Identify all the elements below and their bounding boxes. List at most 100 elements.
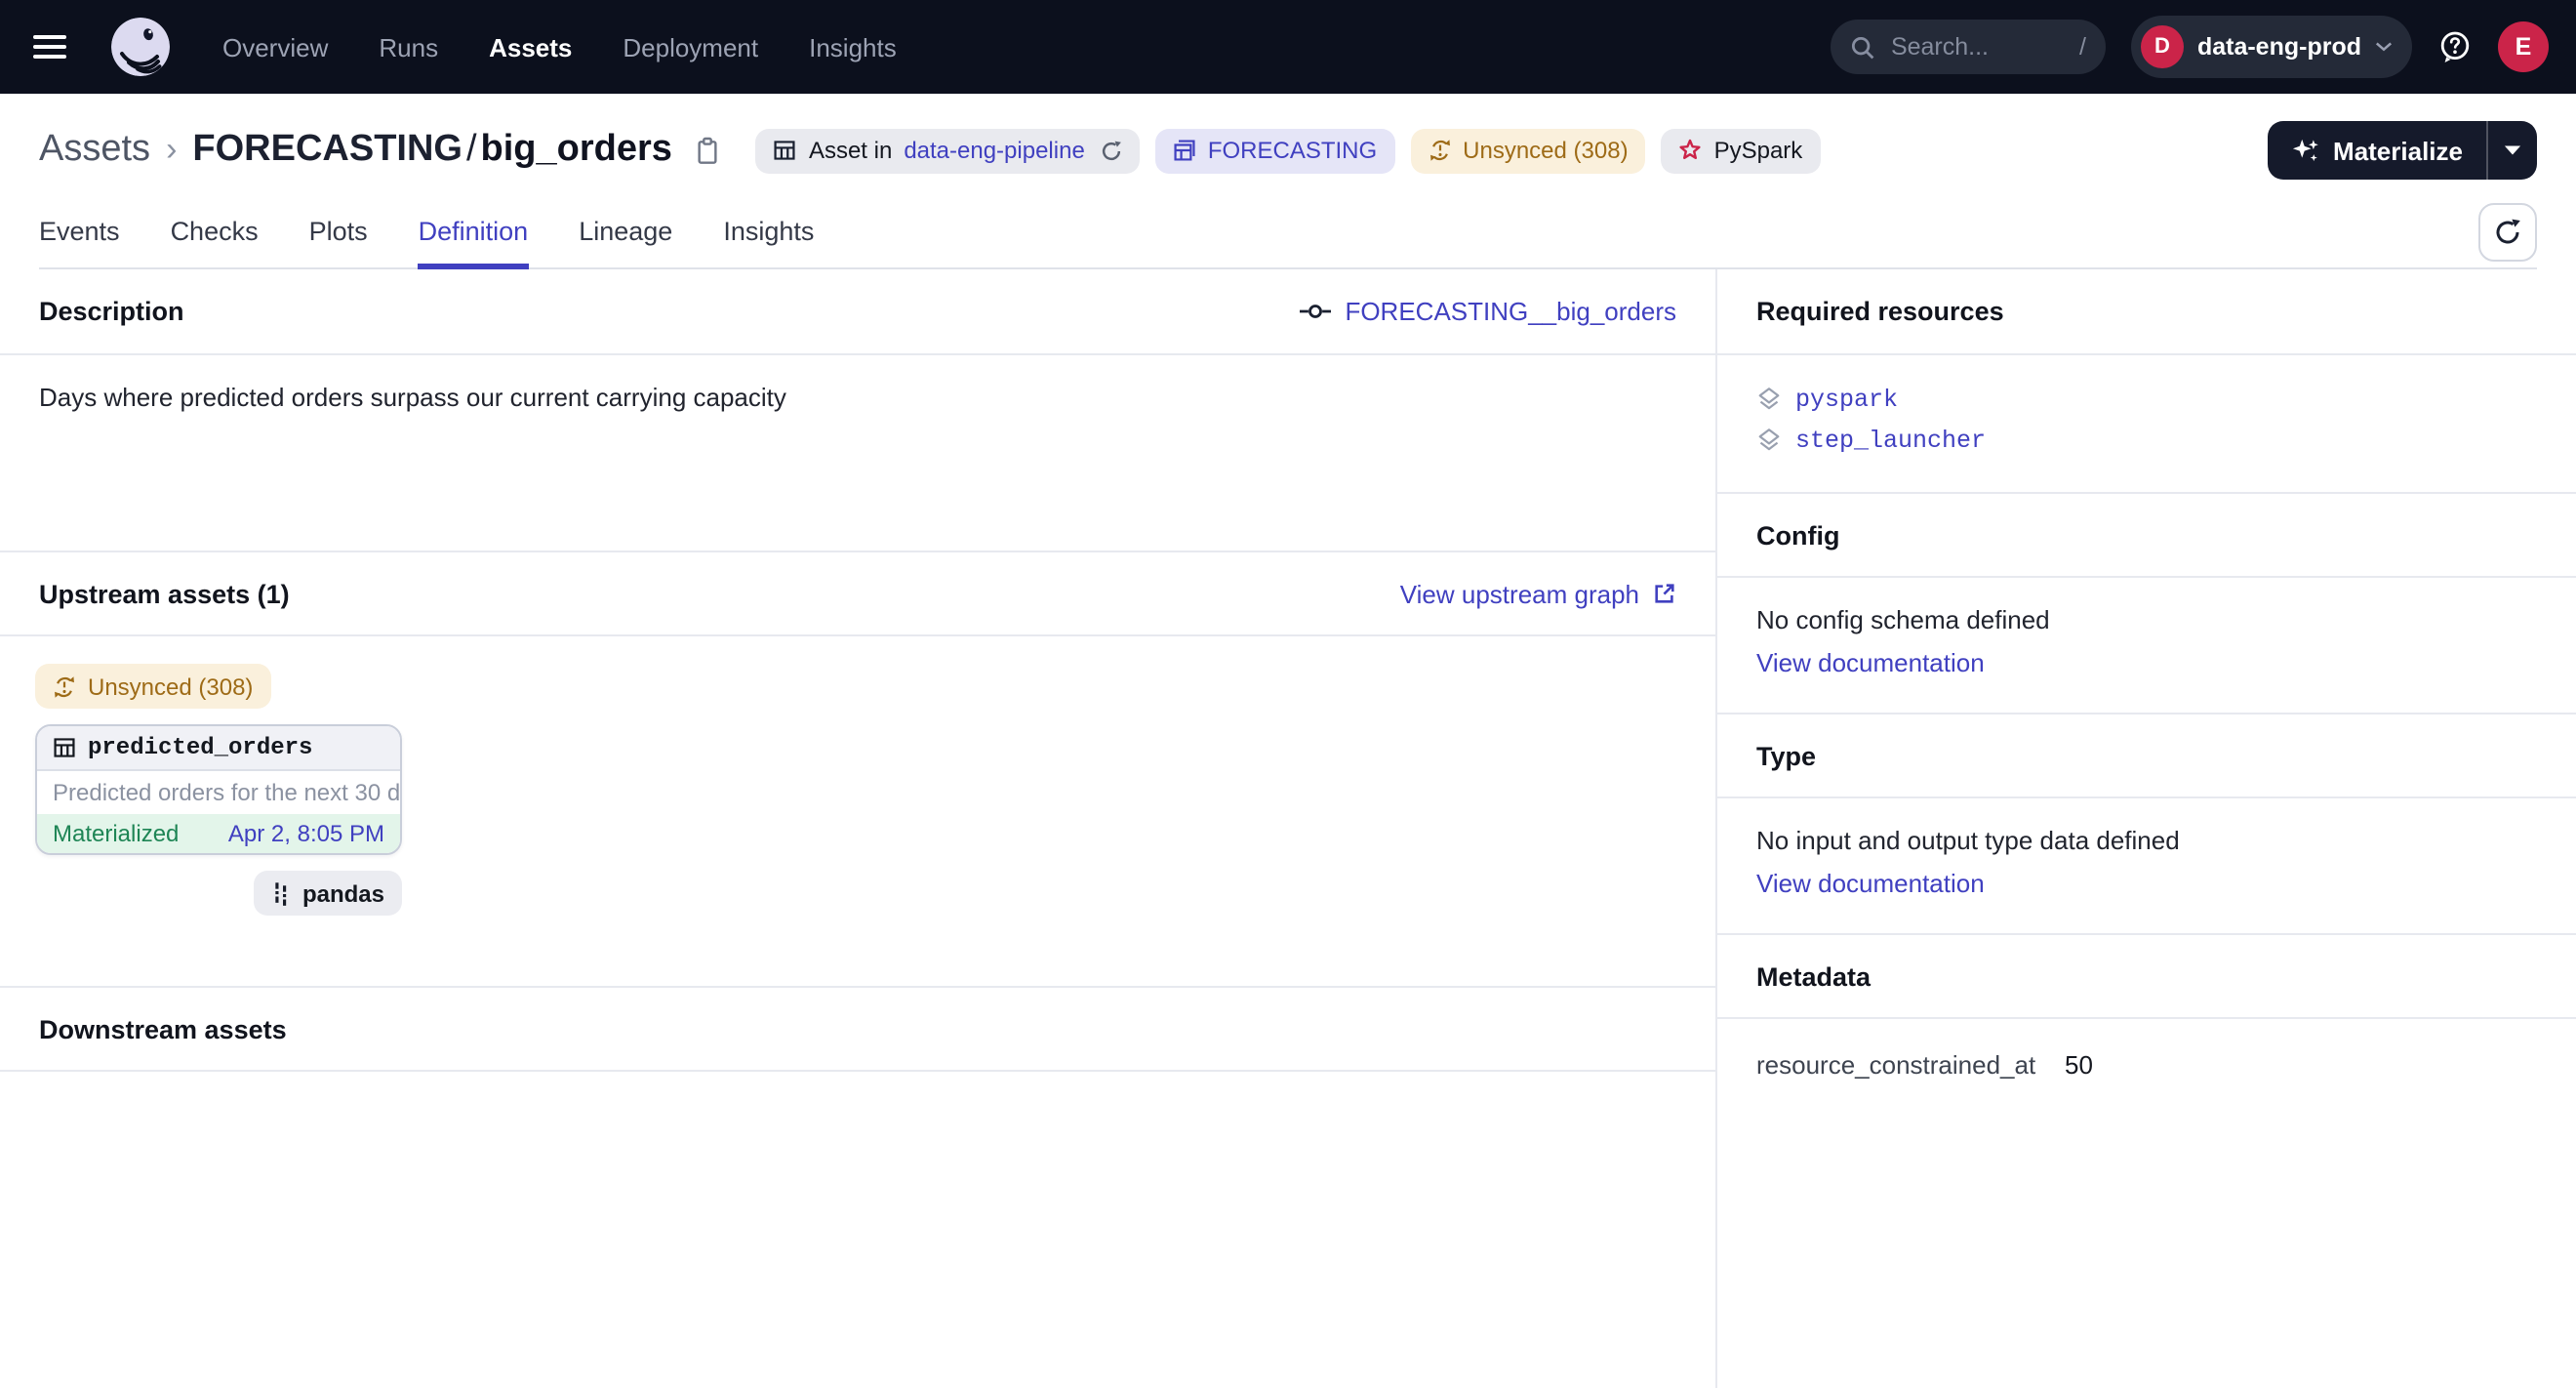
dagster-app: Overview Runs Assets Deployment Insights…: [0, 0, 2576, 1388]
description-body: Days where predicted orders surpass our …: [0, 355, 1715, 551]
config-view-documentation-link[interactable]: View documentation: [1756, 648, 1985, 677]
nav-item-insights[interactable]: Insights: [809, 32, 897, 61]
breadcrumb: Assets › FORECASTING/big_orders: [39, 129, 672, 172]
job-link[interactable]: FORECASTING__big_orders: [1300, 297, 1676, 326]
view-upstream-graph-label: View upstream graph: [1400, 579, 1639, 608]
type-view-documentation-link[interactable]: View documentation: [1756, 869, 1985, 898]
upstream-body: Unsynced (308) predicted_orders Predicte…: [0, 636, 1715, 986]
tab-plots[interactable]: Plots: [309, 217, 368, 267]
refresh-button[interactable]: [2478, 203, 2537, 262]
compute-kind-tag-pandas[interactable]: pandas: [254, 871, 402, 916]
resources-title: Required resources: [1756, 297, 2004, 326]
materialize-button[interactable]: Materialize: [2267, 121, 2486, 180]
tag-unsynced-label: Unsynced (308): [1463, 137, 1628, 164]
tab-checks[interactable]: Checks: [171, 217, 259, 267]
nav-item-deployment[interactable]: Deployment: [623, 32, 758, 61]
asset-group-icon: [1173, 139, 1196, 162]
materialization-timestamp-link[interactable]: Apr 2, 8:05 PM: [228, 820, 384, 847]
op-icon: [1300, 303, 1331, 320]
dagster-logo-icon[interactable]: [111, 18, 170, 76]
search-input[interactable]: [1891, 33, 2064, 61]
type-title: Type: [1756, 741, 1816, 770]
breadcrumb-row: Assets › FORECASTING/big_orders Asset in…: [39, 117, 2537, 184]
asset-card-description: Predicted orders for the next 30 day...: [37, 771, 400, 814]
downstream-body: [0, 1072, 1715, 1388]
asset-key-separator: /: [463, 129, 481, 170]
description-title: Description: [39, 297, 184, 326]
tab-definition[interactable]: Definition: [419, 217, 529, 267]
resource-link-step-launcher[interactable]: step_launcher: [1795, 427, 1986, 454]
help-icon: [2437, 29, 2473, 64]
chevron-down-icon: [2375, 41, 2393, 53]
asset-name: big_orders: [481, 129, 672, 170]
job-link-label: FORECASTING__big_orders: [1345, 297, 1676, 326]
search-shortcut-hint: /: [2079, 33, 2086, 61]
tab-lineage[interactable]: Lineage: [579, 217, 672, 267]
nav-item-assets[interactable]: Assets: [489, 32, 572, 61]
tag-compute-pyspark: PySpark: [1662, 128, 1821, 173]
metadata-value: 50: [2065, 1050, 2093, 1080]
breadcrumb-chevron: ›: [166, 131, 177, 170]
asset-tags: Asset in data-eng-pipeline FORECASTING: [756, 128, 1820, 173]
materialize-dropdown-button[interactable]: [2486, 121, 2537, 180]
resource-layers-icon: [1756, 387, 1782, 412]
upstream-asset-card[interactable]: predicted_orders Predicted orders for th…: [35, 724, 402, 855]
materialize-split-button: Materialize: [2267, 121, 2537, 180]
view-upstream-graph-link[interactable]: View upstream graph: [1400, 579, 1676, 608]
materialized-status: Materialized: [53, 820, 179, 847]
tag-asset-in-pipeline[interactable]: Asset in data-eng-pipeline: [756, 128, 1140, 173]
tag-group-forecasting[interactable]: FORECASTING: [1155, 128, 1394, 173]
asset-group-name: FORECASTING: [192, 129, 463, 170]
external-link-icon: [1653, 582, 1676, 605]
config-section-header: Config: [1717, 492, 2576, 578]
unsynced-badge[interactable]: Unsynced (308): [35, 664, 270, 709]
resources-body: pyspark step_launcher: [1717, 355, 2576, 492]
resource-layers-icon: [1756, 428, 1782, 453]
config-body: No config schema defined View documentat…: [1717, 578, 2576, 713]
definition-sidebar: Required resources pyspark step_launcher…: [1717, 269, 2576, 1388]
nav-item-overview[interactable]: Overview: [222, 32, 328, 61]
asset-card-header: predicted_orders: [37, 726, 400, 771]
downstream-title: Downstream assets: [39, 1014, 287, 1043]
downstream-section-header: Downstream assets: [0, 986, 1715, 1072]
unsynced-badge-label: Unsynced (308): [88, 673, 253, 700]
breadcrumb-assets-link[interactable]: Assets: [39, 129, 150, 172]
definition-left-column: Description FORECASTING__big_orders Days…: [0, 269, 1717, 1388]
copy-asset-key-button[interactable]: [696, 136, 721, 165]
metadata-key: resource_constrained_at: [1756, 1050, 2065, 1080]
deployment-name: data-eng-prod: [2197, 33, 2361, 61]
compute-kind-label: pandas: [302, 879, 384, 907]
tab-bar: Events Checks Plots Definition Lineage I…: [39, 199, 2537, 269]
search-box[interactable]: /: [1831, 20, 2106, 74]
resource-link-pyspark[interactable]: pyspark: [1795, 386, 1898, 413]
table-icon: [53, 736, 76, 759]
tab-events[interactable]: Events: [39, 217, 120, 267]
metadata-row: resource_constrained_at 50: [1717, 1019, 2576, 1111]
tab-insights[interactable]: Insights: [723, 217, 814, 267]
sync-alert-icon: [1428, 139, 1451, 162]
upstream-title: Upstream assets (1): [39, 579, 290, 608]
nav-menu: Overview Runs Assets Deployment Insights: [222, 32, 897, 61]
asset-key: FORECASTING/big_orders: [192, 129, 672, 172]
clipboard-icon: [696, 136, 721, 165]
sync-alert-icon: [53, 674, 76, 698]
tag-unsynced[interactable]: Unsynced (308): [1410, 128, 1645, 173]
refresh-icon[interactable]: [1101, 140, 1122, 161]
hamburger-menu-icon[interactable]: [27, 18, 86, 76]
tag-group-label: FORECASTING: [1208, 137, 1377, 164]
table-icon: [774, 139, 797, 162]
user-avatar[interactable]: E: [2498, 21, 2549, 72]
caret-down-icon: [2504, 144, 2521, 156]
tag-asset-in-prefix: Asset in: [809, 137, 892, 164]
spark-star-icon: [1679, 139, 1703, 162]
upstream-section-header: Upstream assets (1) View upstream graph: [0, 551, 1715, 636]
deployment-switcher[interactable]: D data-eng-prod: [2131, 16, 2412, 78]
pipeline-link[interactable]: data-eng-pipeline: [904, 137, 1085, 164]
help-button[interactable]: [2437, 29, 2473, 64]
search-icon: [1850, 34, 1875, 60]
nav-item-runs[interactable]: Runs: [379, 32, 438, 61]
metadata-title: Metadata: [1756, 961, 1871, 991]
resource-item: pyspark: [1756, 379, 2537, 420]
main-content: Description FORECASTING__big_orders Days…: [0, 269, 2576, 1388]
nav-right: / D data-eng-prod E: [1831, 16, 2549, 78]
